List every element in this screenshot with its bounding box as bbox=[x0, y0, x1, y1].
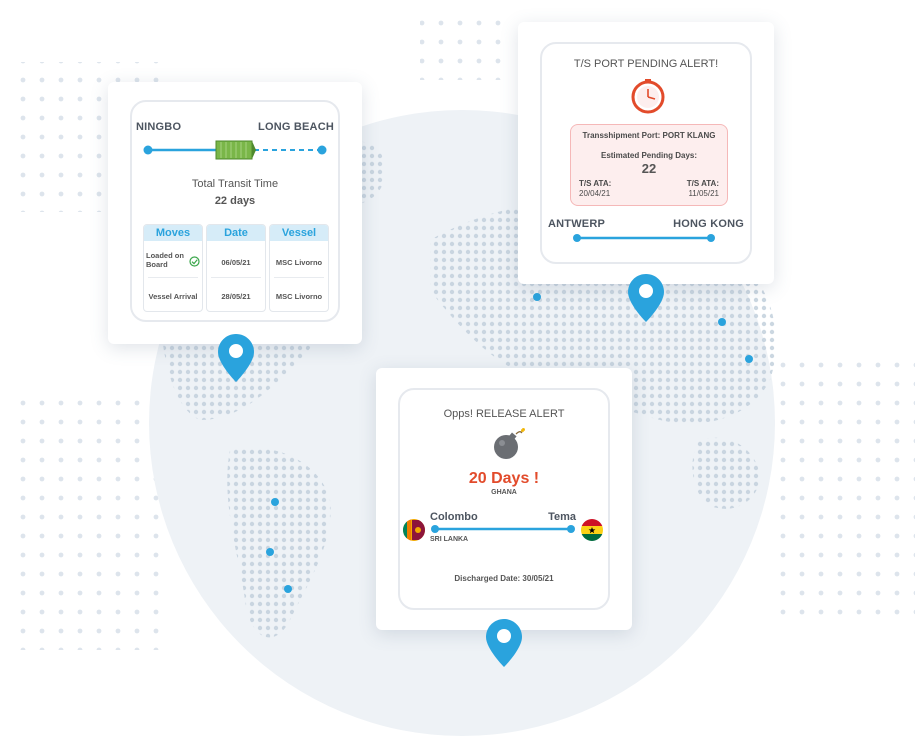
release-days: 20 Days ! bbox=[468, 470, 540, 487]
date-arrival: 28/05/21 bbox=[221, 292, 251, 301]
transit-label: Total Transit Time bbox=[191, 178, 279, 190]
release-alert-title: Opps! RELEASE ALERT bbox=[443, 408, 565, 420]
release-alert-card-inner: Opps! RELEASE ALERT 20 Days ! GHANA Colo… bbox=[398, 388, 610, 610]
release-alert-card: Opps! RELEASE ALERT 20 Days ! GHANA Colo… bbox=[376, 368, 632, 630]
sri-lanka-flag-icon bbox=[403, 519, 425, 541]
ship-icon bbox=[215, 140, 256, 160]
dot-grid-top bbox=[420, 20, 510, 80]
release-destination: Tema bbox=[548, 511, 576, 523]
check-icon bbox=[189, 256, 200, 267]
date-loaded: 06/05/21 bbox=[221, 258, 251, 267]
pending-label: Estimated Pending Days: bbox=[600, 151, 698, 160]
ghana-flag-icon bbox=[581, 519, 603, 541]
origin-port: NINGBO bbox=[136, 121, 182, 133]
bomb-icon bbox=[494, 428, 525, 459]
location-pin-icon[interactable] bbox=[217, 333, 255, 383]
pending-value: 22 bbox=[641, 161, 657, 176]
move-arrival: Vessel Arrival bbox=[148, 292, 198, 301]
row-separator bbox=[274, 277, 324, 278]
ts-destination-port: HONG KONG bbox=[673, 218, 744, 230]
ts-alert-detail-box: Transshipment Port: PORT KLANG Estimated… bbox=[570, 124, 728, 206]
transit-value: 22 days bbox=[214, 195, 256, 207]
release-days-country: GHANA bbox=[491, 489, 517, 496]
location-pin-icon[interactable] bbox=[627, 273, 665, 323]
ata-right-date: 11/05/21 bbox=[688, 189, 719, 198]
ts-alert-card-inner: T/S PORT PENDING ALERT! Transshipment Po… bbox=[540, 42, 752, 264]
clock-icon bbox=[631, 79, 665, 114]
row-separator bbox=[211, 277, 261, 278]
ts-route-line bbox=[573, 234, 715, 242]
vessel-header: Vessel bbox=[270, 225, 328, 241]
vessel-column: Vessel MSC Livorno MSC Livorno bbox=[269, 224, 329, 312]
discharged-date: Discharged Date: 30/05/21 bbox=[454, 574, 554, 583]
move-loaded: Loaded on Board bbox=[146, 251, 184, 269]
transit-card: NINGBO LONG BEACH Total Transit Time 22 … bbox=[108, 82, 362, 344]
moves-column: Moves Loaded on Board Vessel Arrival bbox=[143, 224, 203, 312]
moves-header: Moves bbox=[144, 225, 202, 241]
transshipment-port: Transshipment Port: PORT KLANG bbox=[582, 131, 716, 140]
release-origin: Colombo bbox=[430, 511, 478, 523]
dot-grid-bottom-left bbox=[14, 400, 164, 650]
ata-left-label: T/S ATA: bbox=[579, 179, 612, 188]
location-pin-icon[interactable] bbox=[485, 618, 523, 668]
dot-grid-right bbox=[778, 360, 915, 620]
release-origin-country: SRI LANKA bbox=[430, 536, 469, 543]
vessel-arrival: MSC Livorno bbox=[275, 292, 323, 301]
ts-alert-card: T/S PORT PENDING ALERT! Transshipment Po… bbox=[518, 22, 774, 284]
release-route-line bbox=[431, 525, 575, 533]
date-header: Date bbox=[207, 225, 265, 241]
ts-alert-title: T/S PORT PENDING ALERT! bbox=[573, 58, 719, 70]
ata-right-label: T/S ATA: bbox=[686, 179, 719, 188]
row-separator bbox=[148, 277, 198, 278]
ts-origin-port: ANTWERP bbox=[548, 218, 606, 230]
destination-port: LONG BEACH bbox=[258, 121, 334, 133]
transit-card-inner: NINGBO LONG BEACH Total Transit Time 22 … bbox=[130, 100, 340, 322]
date-column: Date 06/05/21 28/05/21 bbox=[206, 224, 266, 312]
ata-left-date: 20/04/21 bbox=[579, 189, 611, 198]
vessel-loaded: MSC Livorno bbox=[275, 258, 323, 267]
